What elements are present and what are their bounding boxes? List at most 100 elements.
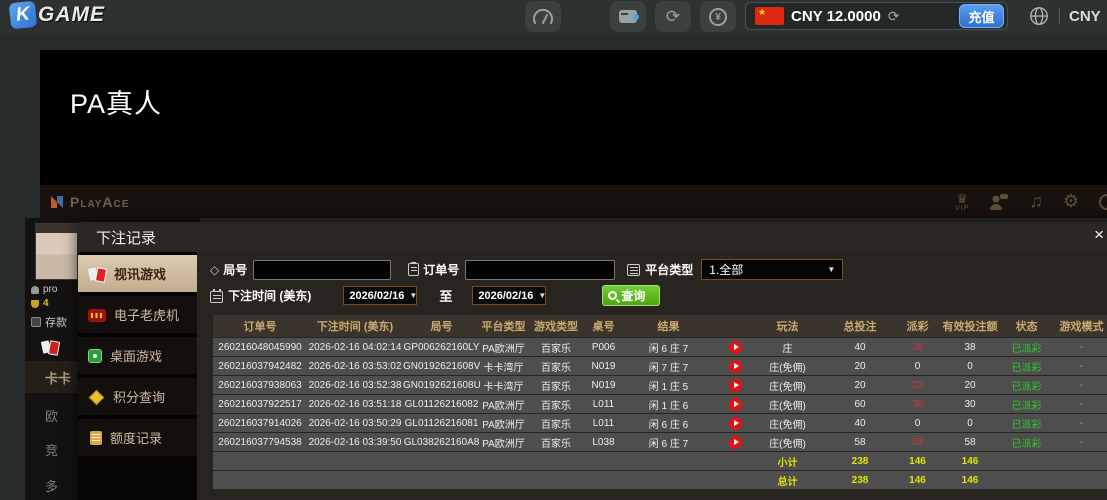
cell-round-no: GL038262160A8 <box>403 437 480 448</box>
modal-sidebar-item[interactable]: 桌面游戏 <box>78 337 197 374</box>
close-icon[interactable]: × <box>1094 226 1104 243</box>
cell-table-no: P006 <box>585 342 622 353</box>
cell-order-no: 260216037794538 <box>213 437 307 448</box>
column-header: 总投注 <box>820 318 900 334</box>
settings-gear-icon[interactable]: ⚙ <box>1063 191 1079 212</box>
music-icon[interactable]: ♫ <box>1029 191 1043 212</box>
cell-total-bet: 20 <box>820 380 900 391</box>
round-number-input[interactable] <box>253 260 391 280</box>
customer-service-icon[interactable] <box>989 193 1009 211</box>
round-number-label: 局号 <box>223 261 247 278</box>
balance-text: CNY 12.0000 <box>791 8 881 25</box>
speed-test-icon[interactable] <box>525 1 561 32</box>
kgame-logo[interactable]: K GAME <box>10 2 105 28</box>
modal-sidebar-item[interactable]: 视讯游戏 <box>78 255 197 292</box>
provider-toolbar: ♛ VIP ♫ ⚙ <box>955 185 1107 218</box>
language-selector[interactable]: CNY <box>1028 5 1101 27</box>
modal-title: 下注记录 <box>96 227 156 248</box>
cell-result: 闲 7 庄 7 <box>622 359 715 374</box>
cell-result: 闲 1 庄 6 <box>622 397 715 412</box>
chevron-down-icon: ▼ <box>827 265 835 274</box>
search-icon <box>608 291 617 300</box>
modal-sidebar-item[interactable]: 积分查询 <box>78 378 197 415</box>
replay-button[interactable] <box>729 398 742 411</box>
column-header: 状态 <box>1005 318 1048 334</box>
cell-play: 庄 <box>755 340 820 355</box>
bet-records-modal: 下注记录 × 视讯游戏 电子老虎机 <box>78 222 1107 500</box>
replay-button[interactable] <box>729 417 742 430</box>
cell-order-no: 260216037938063 <box>213 380 307 391</box>
list-icon <box>627 264 640 276</box>
chevron-down-icon: ▼ <box>409 291 417 300</box>
cell-round-no: GL01126216082 <box>403 399 480 410</box>
totals-valid-bet: 146 <box>935 475 1005 486</box>
lobby-menu-item[interactable]: 多 <box>45 476 58 495</box>
cell-platform: PA欧洲厅 <box>480 435 527 450</box>
sidebar-item-icon <box>88 266 106 282</box>
balance-currency: CNY <box>791 8 822 25</box>
replay-button[interactable] <box>729 360 742 373</box>
wallet-icon[interactable] <box>610 1 646 32</box>
bet-time-label: 下注时间 (美东) <box>228 287 311 304</box>
column-header: 下注时间 (美东) <box>307 318 403 334</box>
language-currency-label: CNY <box>1069 8 1101 25</box>
lobby-menu-item[interactable]: 卡卡 <box>45 368 71 387</box>
bet-table: 订单号下注时间 (美东)局号平台类型游戏类型桌号结果玩法总投注派彩有效投注额状态… <box>213 315 1107 489</box>
refresh-icon[interactable]: ⟳ <box>655 1 691 32</box>
cell-bet-time: 2026-02-16 03:53:02 <box>307 361 403 372</box>
cell-payout: 0 <box>900 361 935 372</box>
china-flag-icon: ★ <box>755 7 784 25</box>
status-badge: 已派彩 <box>1005 435 1048 450</box>
modal-sidebar-item[interactable]: 额度记录 <box>78 419 197 456</box>
recharge-button[interactable]: 充值 <box>959 4 1004 28</box>
cell-order-no: 260216037914026 <box>213 418 307 429</box>
order-number-input[interactable] <box>465 260 615 280</box>
gauge-icon <box>532 8 554 26</box>
table-totals: 小计 238 146 146 <box>213 452 1107 489</box>
cell-order-no: 260216048045990 <box>213 342 307 353</box>
lobby-menu-item[interactable]: 欧 <box>45 406 58 425</box>
cell-valid-bet: 20 <box>935 380 1005 391</box>
clipped-icon[interactable] <box>1099 194 1107 210</box>
cell-table-no: L038 <box>585 437 622 448</box>
cell-table-no: N019 <box>585 361 622 372</box>
yen-circle-icon: ¥ <box>709 8 727 26</box>
totals-payout: 146 <box>900 475 935 486</box>
totals-payout: 146 <box>900 456 935 467</box>
cards-row <box>41 340 59 355</box>
cell-total-bet: 20 <box>820 361 900 372</box>
column-header: 平台类型 <box>480 318 527 334</box>
table-body: 260216048045990 2026-02-16 04:02:14 GP00… <box>213 338 1107 451</box>
replay-button[interactable] <box>729 341 742 354</box>
cell-result: 闲 6 庄 7 <box>622 435 715 450</box>
column-header: 有效投注额 <box>935 318 1005 334</box>
totals-valid-bet: 146 <box>935 456 1005 467</box>
cell-replay <box>715 379 755 392</box>
cell-total-bet: 40 <box>820 418 900 429</box>
sidebar-item-label: 额度记录 <box>110 428 162 447</box>
table-row: 260216037942482 2026-02-16 03:53:02 GN01… <box>213 357 1107 375</box>
totals-row: 小计 238 146 146 <box>213 452 1107 470</box>
platform-type-select[interactable]: 1.全部 ▼ <box>701 259 843 280</box>
deposit-row[interactable]: 存款 <box>31 314 67 330</box>
sidebar-item-label: 电子老虎机 <box>114 305 179 324</box>
kgame-logo-icon: K <box>9 1 38 30</box>
query-button[interactable]: 查询 <box>602 285 660 306</box>
cell-result: 闲 1 庄 5 <box>622 378 715 393</box>
cell-payout: 0 <box>900 418 935 429</box>
modal-sidebar-item[interactable]: 电子老虎机 <box>78 296 197 333</box>
lobby-menu-item[interactable]: 竞 <box>45 440 58 459</box>
cell-valid-bet: 0 <box>935 361 1005 372</box>
currency-exchange-icon[interactable]: ¥ <box>700 1 736 32</box>
replay-button[interactable] <box>729 436 742 449</box>
cell-result: 闲 6 庄 6 <box>622 416 715 431</box>
vip-icon[interactable]: ♛ VIP <box>955 192 969 212</box>
replay-button[interactable] <box>729 379 742 392</box>
date-from-select[interactable]: 2026/02/16 ▼ <box>343 286 417 305</box>
cell-bet-time: 2026-02-16 03:51:18 <box>307 399 403 410</box>
balance-refresh-icon[interactable]: ⟳ <box>888 8 900 25</box>
kgame-logo-text: GAME <box>38 3 105 27</box>
table-row: 260216037922517 2026-02-16 03:51:18 GL01… <box>213 395 1107 413</box>
date-to-select[interactable]: 2026/02/16 ▼ <box>472 286 546 305</box>
cell-payout: 38 <box>900 342 935 353</box>
